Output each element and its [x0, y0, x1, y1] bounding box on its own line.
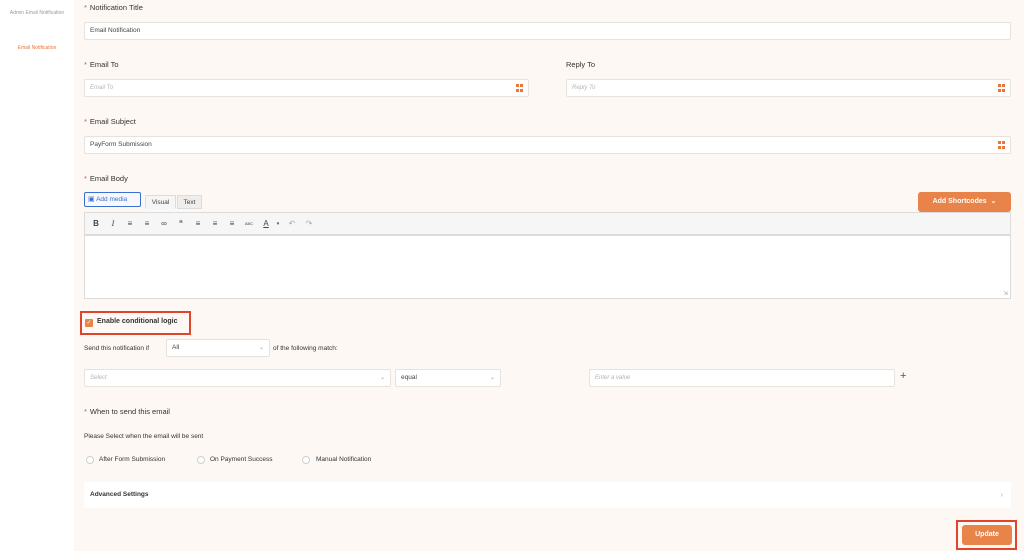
- update-button[interactable]: Update: [962, 525, 1012, 545]
- spellcheck-icon[interactable]: ABC: [242, 218, 256, 230]
- email-to-label: * Email To: [84, 60, 119, 69]
- radio-label: After Form Submission: [99, 456, 166, 463]
- add-condition-button[interactable]: +: [900, 370, 906, 382]
- align-center-icon[interactable]: ≡: [208, 218, 222, 230]
- send-if-suffix: of the following match:: [273, 345, 338, 352]
- chevron-down-icon: ⌄: [489, 375, 495, 381]
- radio-on-payment-success[interactable]: [197, 456, 205, 464]
- enable-conditional-label: Enable conditional logic: [97, 318, 178, 325]
- shortcode-grid-icon[interactable]: [516, 84, 524, 92]
- numbered-list-icon[interactable]: ≡: [140, 218, 154, 230]
- radio-label: On Payment Success: [210, 456, 273, 463]
- chevron-down-icon: ⌄: [988, 198, 997, 205]
- bullet-list-icon[interactable]: ≡: [123, 218, 137, 230]
- blockquote-icon[interactable]: “: [174, 218, 188, 230]
- bold-icon[interactable]: B: [89, 218, 103, 230]
- email-subject-label: * Email Subject: [84, 117, 136, 126]
- align-left-icon[interactable]: ≡: [191, 218, 205, 230]
- when-to-send-help: Please Select when the email will be sen…: [84, 433, 204, 440]
- advanced-settings-panel[interactable]: Advanced Settings ›: [84, 482, 1011, 508]
- align-right-icon[interactable]: ≡: [225, 218, 239, 230]
- notification-title-input[interactable]: Email Notification: [84, 22, 1011, 40]
- when-to-send-label: * When to send this email: [84, 407, 170, 416]
- redo-icon[interactable]: ↷: [302, 218, 316, 230]
- email-body-editor[interactable]: ⇲: [84, 235, 1011, 299]
- advanced-settings-label: Advanced Settings: [90, 491, 149, 498]
- radio-label: Manual Notification: [316, 456, 372, 463]
- sidebar-item-email-notification[interactable]: Email Notification: [0, 45, 74, 51]
- undo-icon[interactable]: ↶: [285, 218, 299, 230]
- media-icon: ▣: [88, 196, 95, 203]
- link-icon[interactable]: ∞: [157, 218, 171, 230]
- condition-operator-select[interactable]: equal ⌄: [395, 369, 501, 387]
- editor-toolbar: B I ≡ ≡ ∞ “ ≡ ≡ ≡ ABC A ▾ ↶ ↷: [84, 212, 1011, 235]
- add-media-button[interactable]: ▣ Add media: [84, 192, 141, 207]
- email-to-input[interactable]: Email To: [84, 79, 529, 97]
- tab-text[interactable]: Text: [177, 195, 202, 209]
- chevron-right-icon: ›: [1000, 490, 1003, 499]
- reply-to-label: Reply To: [566, 60, 596, 69]
- reply-to-input[interactable]: Reply To: [566, 79, 1011, 97]
- match-select[interactable]: All ⌄: [166, 339, 270, 357]
- chevron-down-icon[interactable]: ▾: [271, 218, 285, 230]
- email-subject-input[interactable]: PayForm Submission: [84, 136, 1011, 154]
- resize-handle-icon[interactable]: ⇲: [1003, 290, 1008, 297]
- condition-value-input[interactable]: Enter a value: [589, 369, 895, 387]
- notification-title-label: * Notification Title: [84, 3, 143, 12]
- radio-after-form-submission[interactable]: [86, 456, 94, 464]
- email-body-label: * Email Body: [84, 174, 128, 183]
- chevron-down-icon: ⌄: [379, 375, 385, 381]
- chevron-down-icon: ⌄: [258, 345, 264, 351]
- condition-field-select[interactable]: Select ⌄: [84, 369, 391, 387]
- sidebar-item-admin-email-notification[interactable]: Admin Email Notification: [0, 10, 74, 16]
- add-shortcodes-button[interactable]: Add Shortcodes ⌄: [918, 192, 1011, 212]
- shortcode-grid-icon[interactable]: [998, 141, 1006, 149]
- sidebar: Admin Email Notification Email Notificat…: [0, 0, 74, 551]
- italic-icon[interactable]: I: [106, 218, 120, 230]
- shortcode-grid-icon[interactable]: [998, 84, 1006, 92]
- tab-visual[interactable]: Visual: [145, 195, 176, 209]
- send-if-prefix: Send this notification if: [84, 345, 150, 352]
- radio-manual-notification[interactable]: [302, 456, 310, 464]
- enable-conditional-checkbox[interactable]: ✓: [85, 319, 93, 327]
